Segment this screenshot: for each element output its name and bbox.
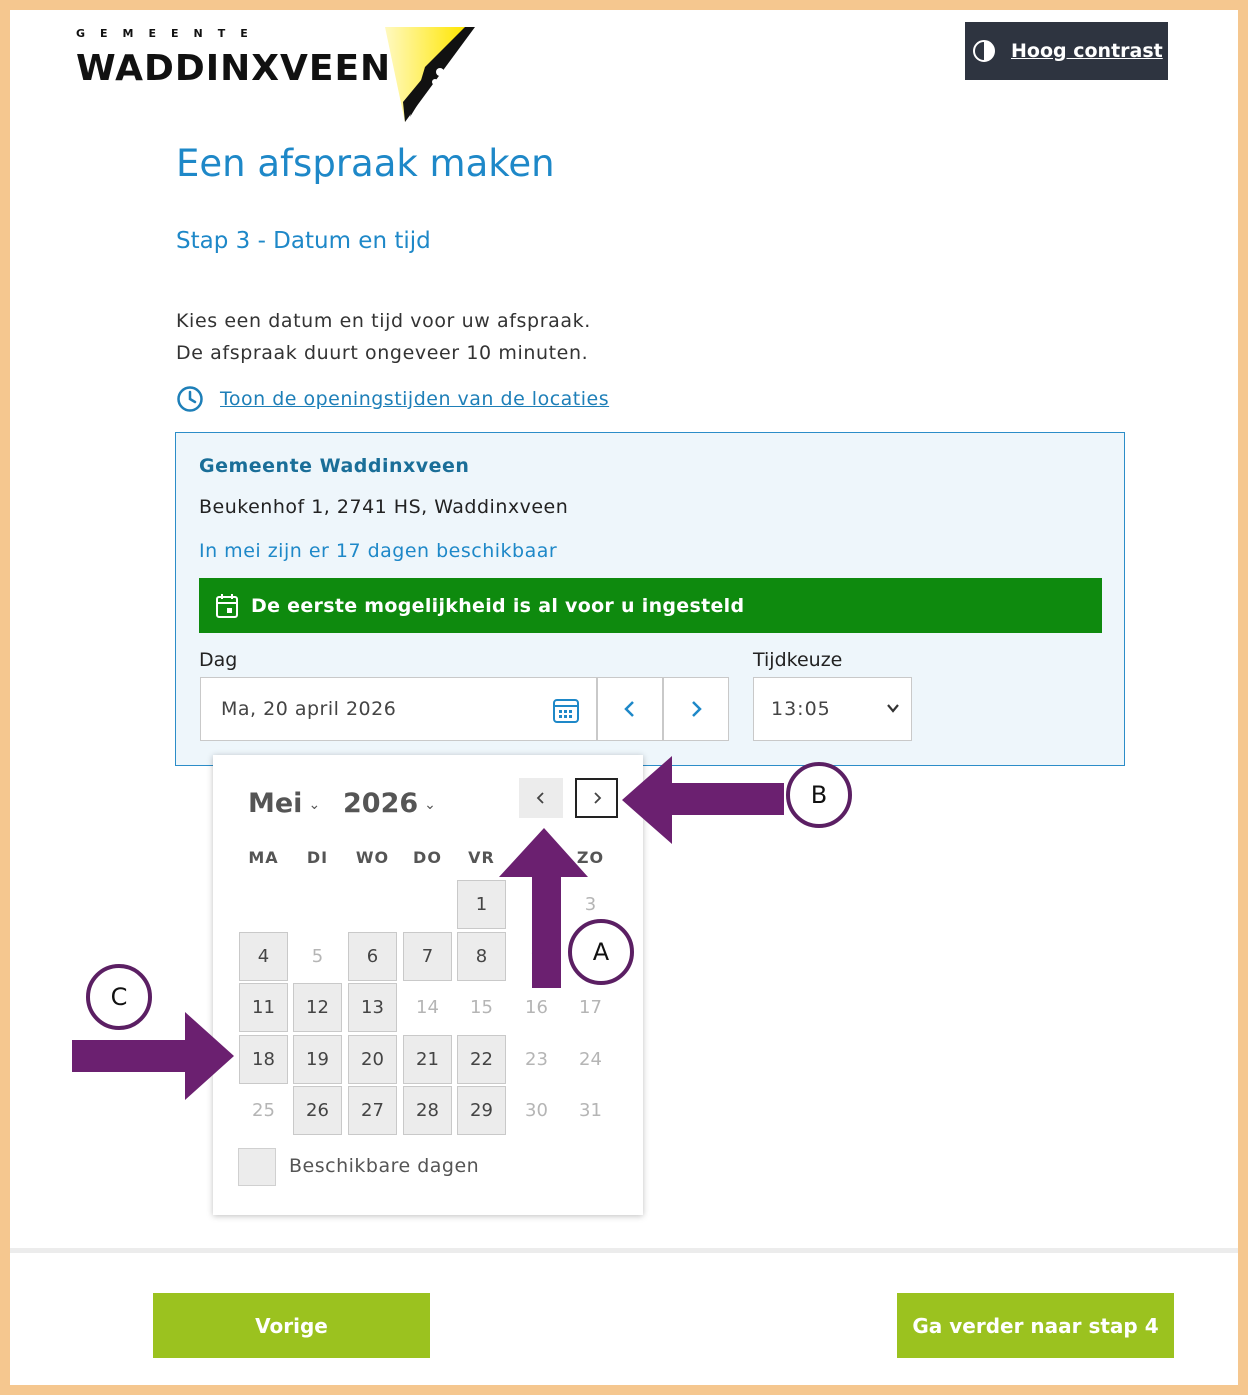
clock-icon — [177, 386, 203, 412]
calendar-day-27[interactable]: 27 — [348, 1086, 397, 1135]
weekday-zo: ZO — [576, 848, 605, 867]
weekday-za: ZA — [523, 848, 550, 867]
chevron-down-icon: ⌄ — [424, 796, 436, 813]
weekday-ma: MA — [248, 848, 279, 867]
high-contrast-button[interactable]: Hoog contrast — [965, 22, 1168, 80]
time-select[interactable]: 13:05 — [753, 677, 912, 741]
intro-line-1: Kies een datum en tijd voor uw afspraak. — [176, 310, 591, 332]
year-value: 2026 — [343, 788, 419, 819]
calendar-day-8[interactable]: 8 — [457, 932, 506, 981]
calendar-day-11[interactable]: 11 — [239, 983, 288, 1032]
first-option-banner: De eerste mogelijkheid is al voor u inge… — [199, 578, 1102, 633]
calendar-day-1[interactable]: 1 — [457, 880, 506, 929]
next-day-button[interactable] — [663, 677, 729, 741]
calendar-day-9: 9 — [530, 946, 543, 967]
location-name: Gemeente Waddinxveen — [199, 455, 470, 477]
calendar-day-30: 30 — [525, 1100, 548, 1121]
day-label: Dag — [199, 649, 238, 671]
calendar-day-13[interactable]: 13 — [348, 983, 397, 1032]
chevron-down-icon: ⌄ — [308, 796, 321, 813]
arrow-c-icon — [72, 1012, 234, 1100]
calendar-day-12[interactable]: 12 — [293, 983, 342, 1032]
annotation-marker-a: A — [568, 919, 634, 985]
opening-hours-link-label[interactable]: Toon de openingstijden van de locaties — [220, 388, 609, 410]
calendar-day-2: 2 — [530, 894, 543, 915]
calendar-day-4[interactable]: 4 — [239, 932, 288, 981]
chevron-left-icon — [624, 701, 634, 717]
calendar-day-28[interactable]: 28 — [403, 1086, 452, 1135]
calendar-day-26[interactable]: 26 — [293, 1086, 342, 1135]
calendar-day-16: 16 — [525, 997, 548, 1018]
calendar-icon — [216, 593, 238, 618]
annotation-marker-b: B — [786, 762, 852, 828]
page-title: Een afspraak maken — [176, 142, 555, 185]
calendar-day-25: 25 — [252, 1100, 275, 1121]
calendar-day-24: 24 — [579, 1049, 602, 1070]
annotation-marker-c: C — [86, 964, 152, 1030]
footer-divider — [10, 1248, 1238, 1253]
arrow-b-icon — [622, 756, 784, 844]
weekday-di: DI — [306, 848, 329, 867]
logo-text: WADDINXVEEN — [76, 48, 392, 89]
contrast-icon — [973, 40, 995, 62]
month-select[interactable]: Mei ⌄ — [248, 788, 320, 819]
banner-text: De eerste mogelijkheid is al voor u inge… — [251, 594, 745, 617]
calendar-day-18[interactable]: 18 — [239, 1035, 288, 1084]
opening-hours-link[interactable]: Toon de openingstijden van de locaties — [176, 385, 609, 413]
calendar-day-23: 23 — [525, 1049, 548, 1070]
calendar-picker-icon[interactable] — [552, 696, 580, 724]
chevron-down-icon — [887, 704, 899, 713]
calendar-day-14: 14 — [416, 997, 439, 1018]
legend-label: Beschikbare dagen — [289, 1155, 480, 1177]
calendar-day-7[interactable]: 7 — [403, 932, 452, 981]
previous-month-button[interactable] — [519, 778, 563, 818]
date-field[interactable]: Ma, 20 april 2026 — [200, 677, 597, 741]
location-address: Beukenhof 1, 2741 HS, Waddinxveen — [199, 496, 569, 518]
time-label: Tijdkeuze — [753, 649, 843, 671]
chevron-left-icon — [536, 792, 544, 804]
high-contrast-label: Hoog contrast — [1011, 40, 1163, 62]
previous-day-button[interactable] — [597, 677, 663, 741]
chevron-right-icon — [692, 701, 702, 717]
location-panel: Gemeente Waddinxveen Beukenhof 1, 2741 H… — [175, 432, 1125, 766]
calendar-day-29[interactable]: 29 — [457, 1086, 506, 1135]
intro-line-2: De afspraak duurt ongeveer 10 minuten. — [176, 342, 589, 364]
calendar-day-5: 5 — [311, 946, 324, 967]
calendar-day-6[interactable]: 6 — [348, 932, 397, 981]
legend-swatch — [238, 1148, 276, 1186]
date-value: Ma, 20 april 2026 — [221, 698, 397, 720]
calendar-day-21[interactable]: 21 — [403, 1035, 452, 1084]
weekday-do: DO — [413, 848, 442, 867]
logo-shield-icon — [385, 27, 475, 122]
time-value: 13:05 — [771, 698, 831, 720]
next-month-button[interactable] — [575, 778, 618, 818]
page: GEMEENTE WADDINXVEEN Hoog contrast Een a… — [10, 10, 1238, 1385]
calendar-day-22[interactable]: 22 — [457, 1035, 506, 1084]
calendar-day-17: 17 — [579, 997, 602, 1018]
date-picker-popup: Mei⌄ 2026⌄ MADIWODOVRZAZO 12345678910111… — [213, 755, 643, 1215]
calendar-day-31: 31 — [579, 1100, 602, 1121]
year-select[interactable]: 2026 ⌄ — [343, 788, 436, 819]
logo-top-text: GEMEENTE — [76, 27, 263, 40]
month-value: Mei — [248, 788, 303, 819]
step-title: Stap 3 - Datum en tijd — [176, 228, 431, 254]
calendar-day-15: 15 — [470, 997, 493, 1018]
weekday-wo: WO — [355, 848, 390, 867]
chevron-right-icon — [593, 792, 601, 804]
calendar-day-20[interactable]: 20 — [348, 1035, 397, 1084]
weekday-vr: VR — [468, 848, 495, 867]
intro-text: Kies een datum en tijd voor uw afspraak.… — [176, 305, 591, 369]
availability-text: In mei zijn er 17 dagen beschikbaar — [199, 540, 558, 562]
calendar-day-19[interactable]: 19 — [293, 1035, 342, 1084]
previous-button[interactable]: Vorige — [153, 1293, 430, 1358]
next-step-button[interactable]: Ga verder naar stap 4 — [897, 1293, 1174, 1358]
